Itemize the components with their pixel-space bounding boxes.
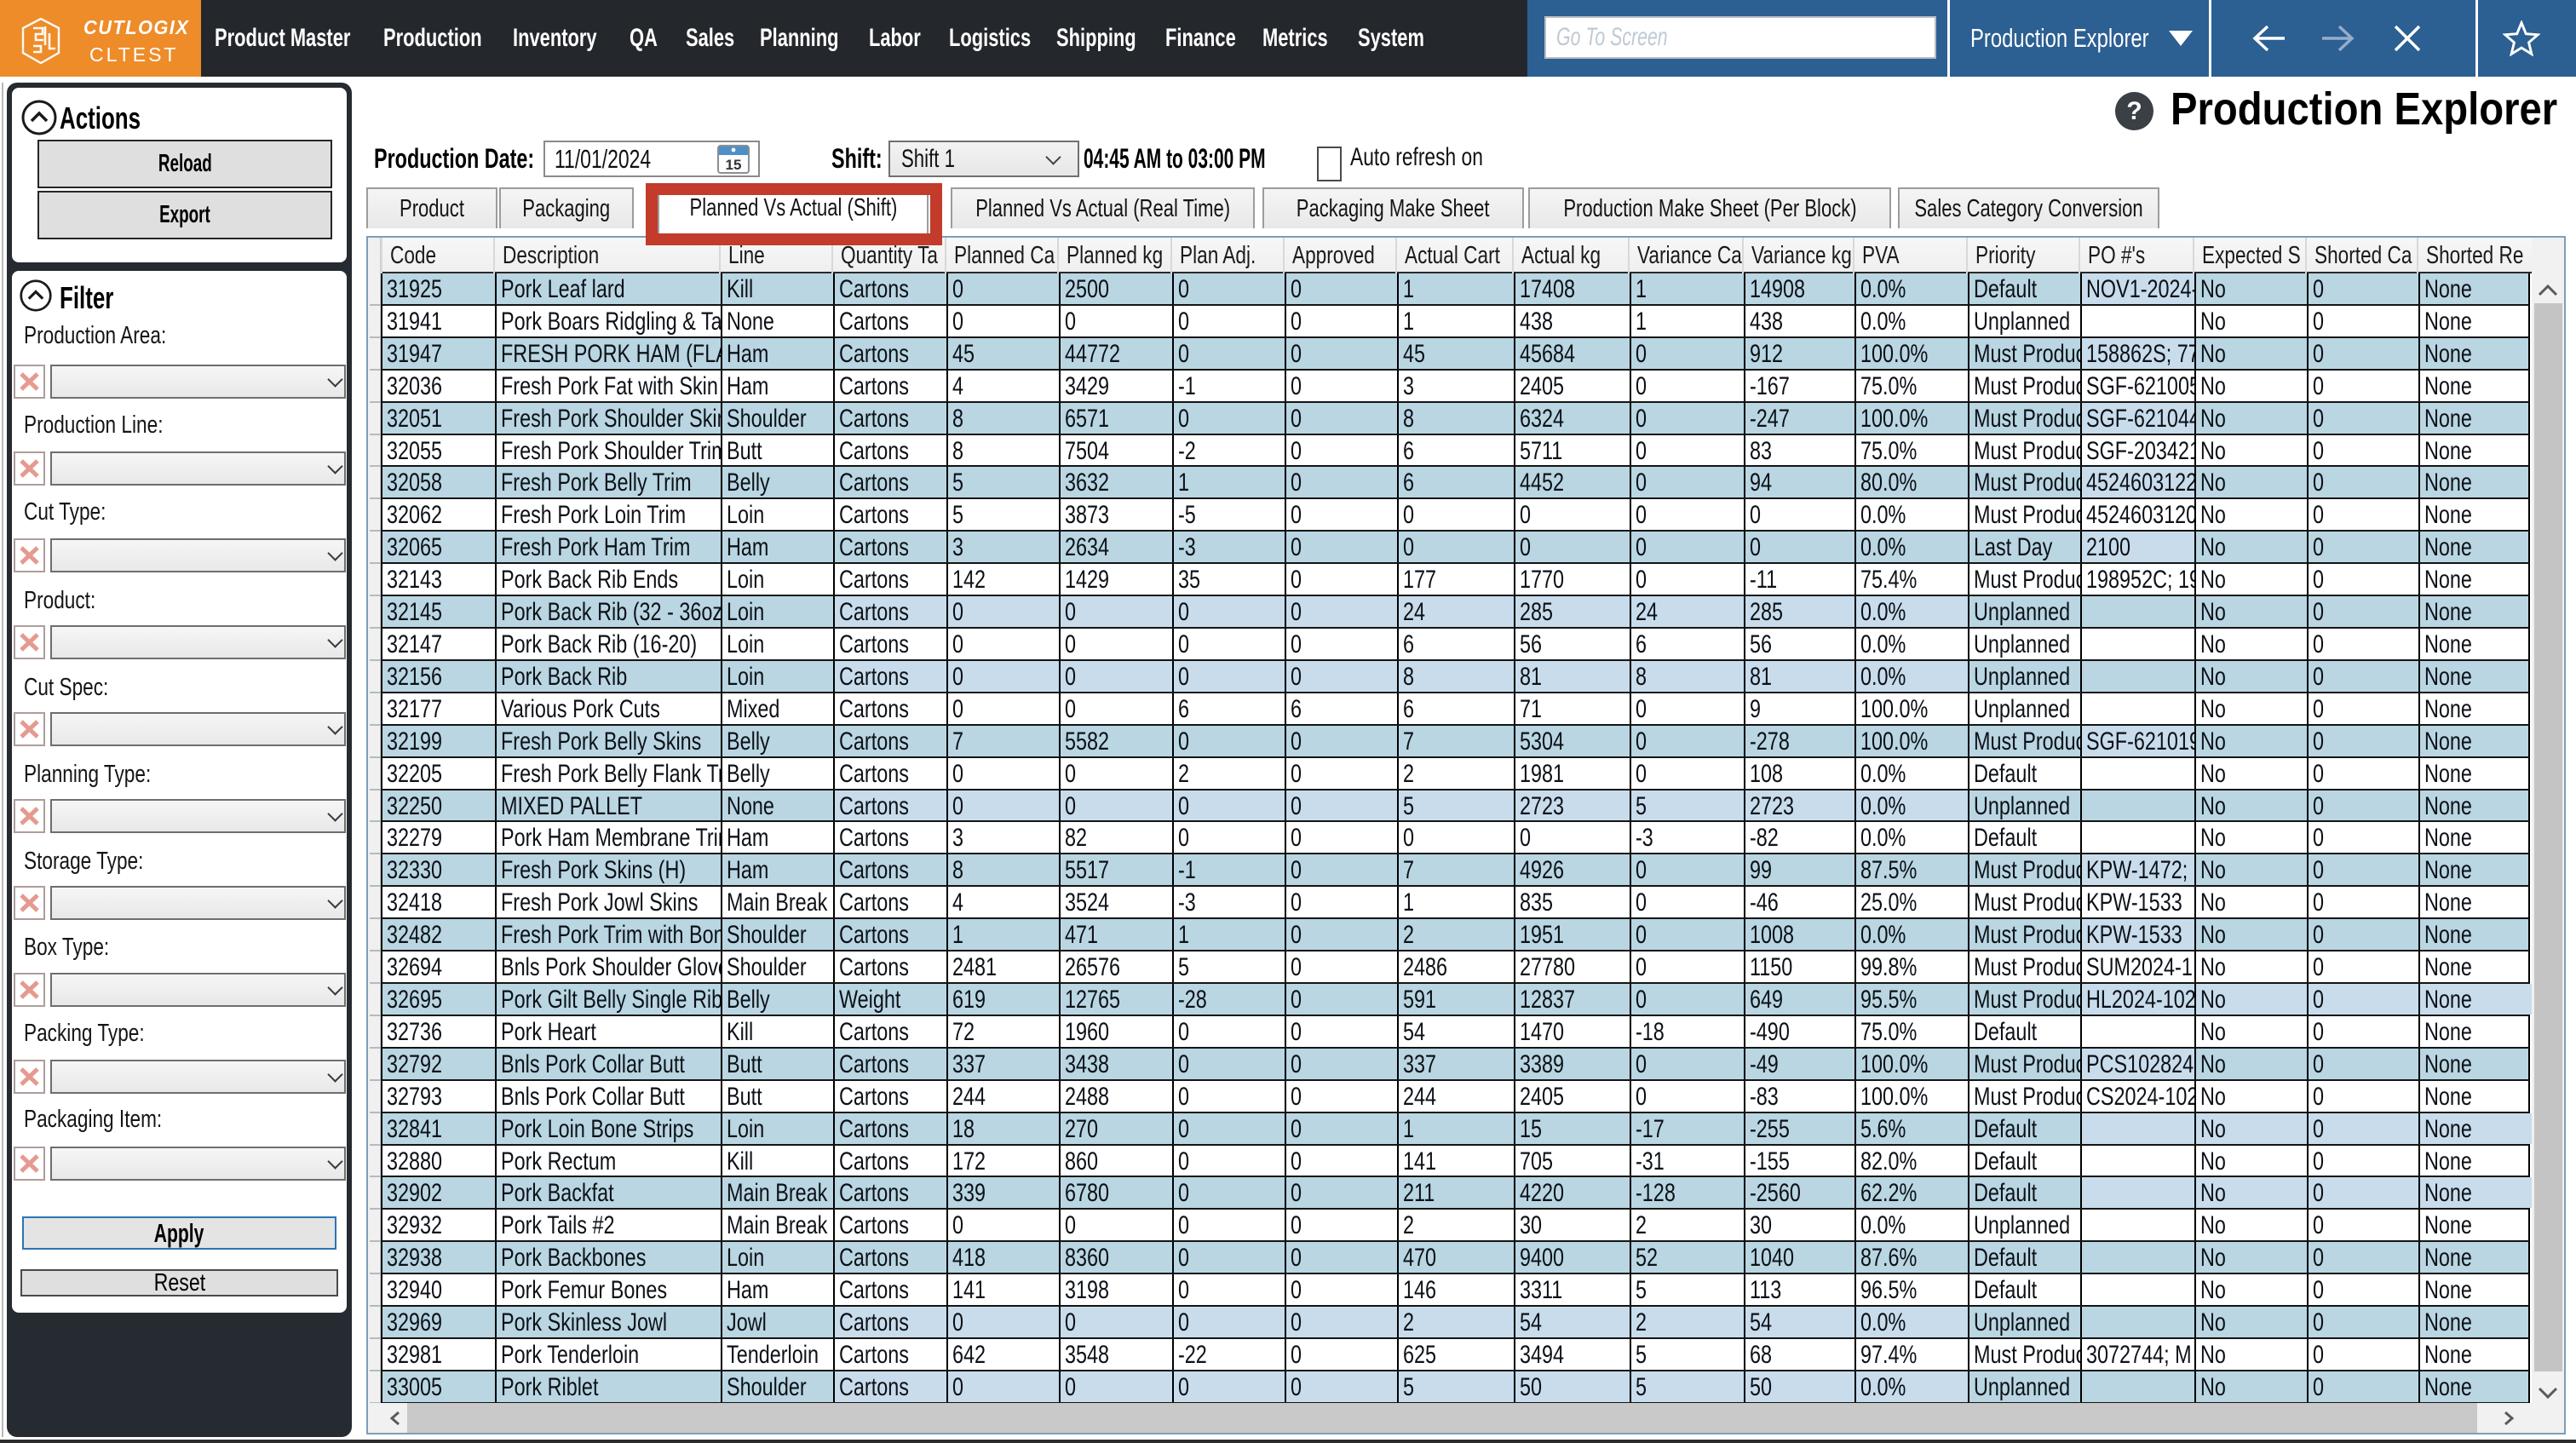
svg-text:15: 15	[726, 157, 742, 173]
